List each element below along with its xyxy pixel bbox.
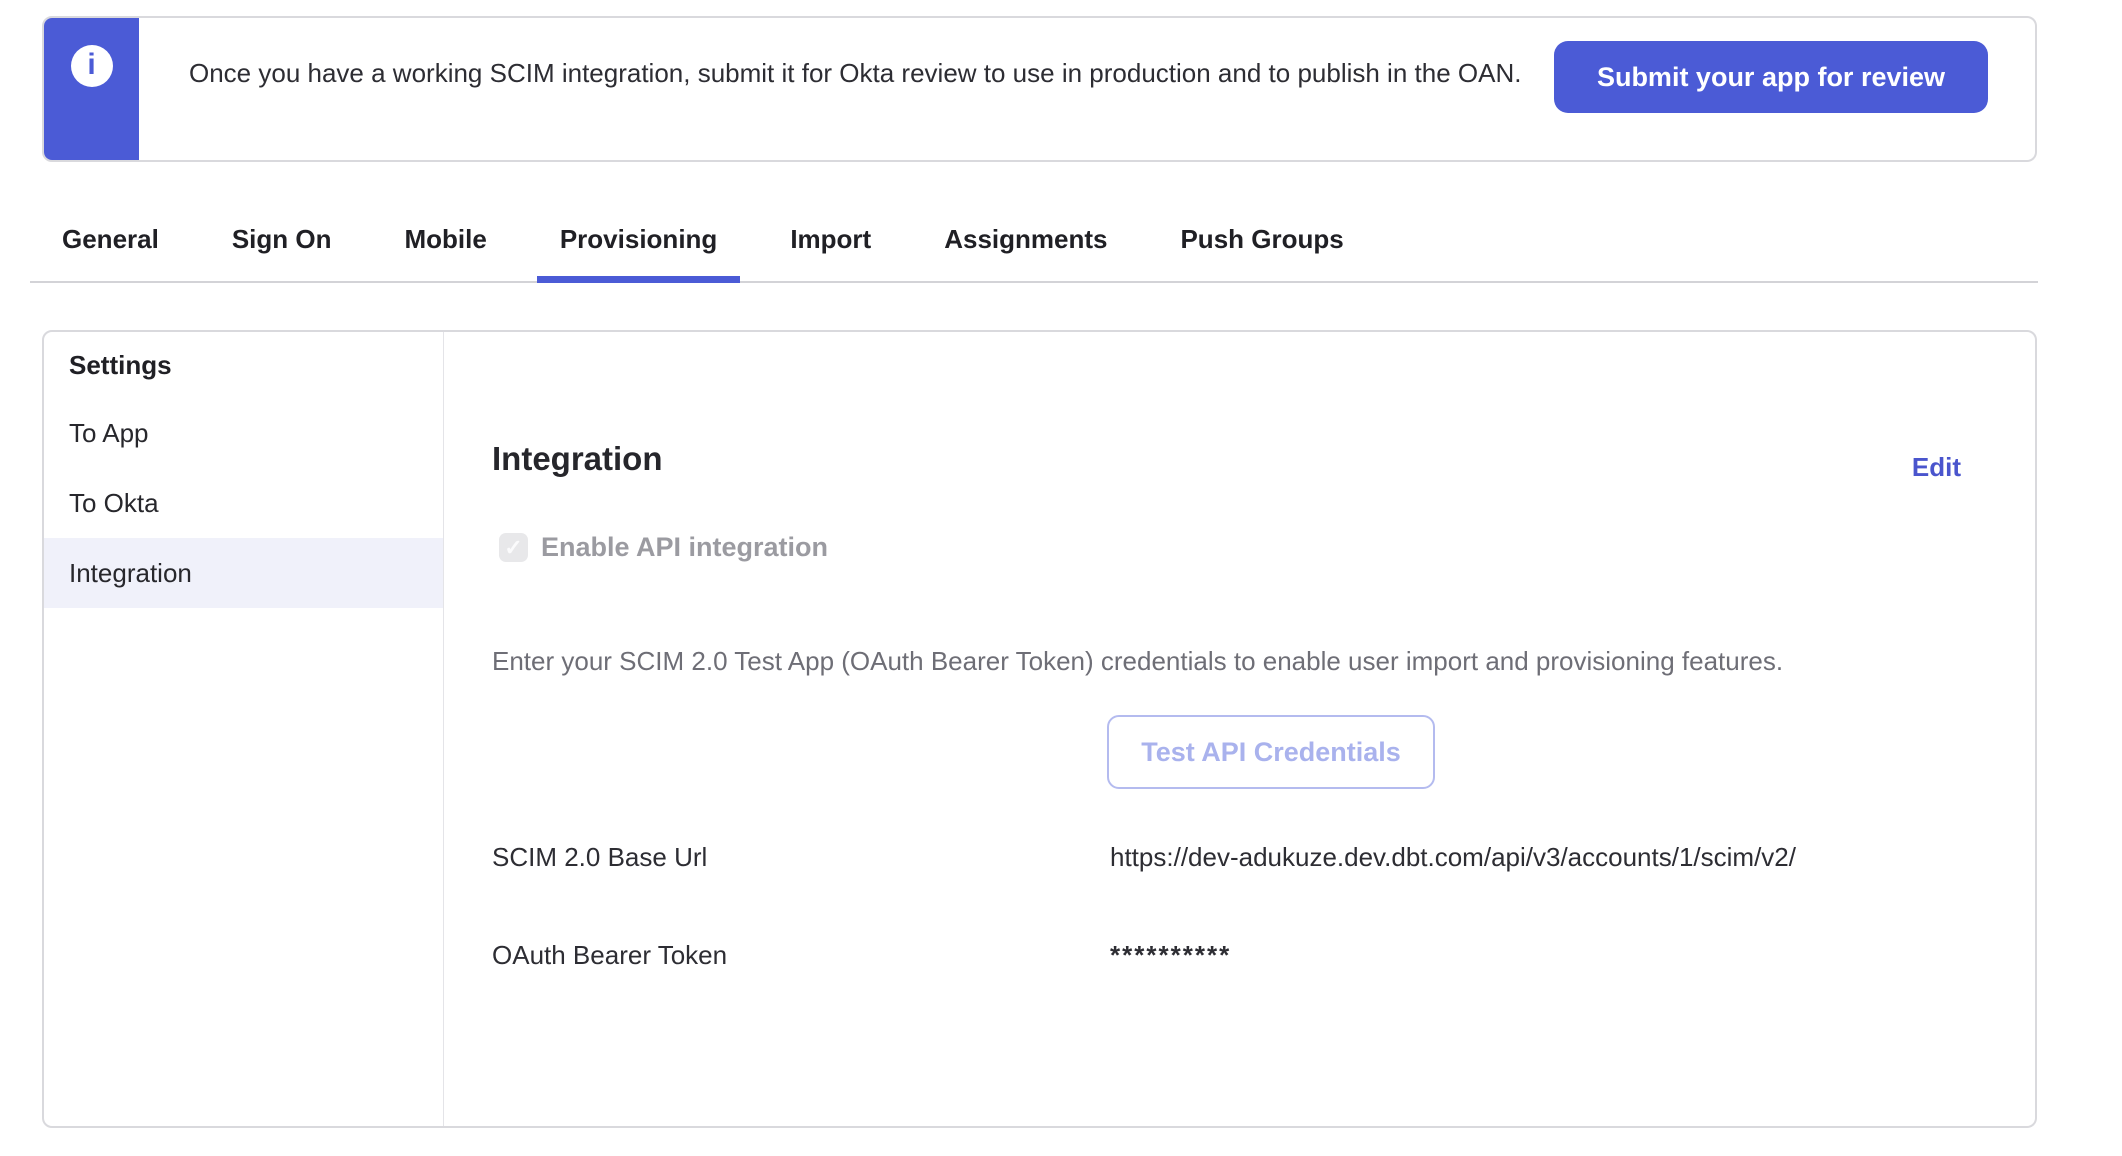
sidebar-item-to-okta[interactable]: To Okta	[44, 468, 443, 538]
tab-assignments[interactable]: Assignments	[944, 210, 1107, 281]
enable-api-checkbox-label: Enable API integration	[541, 532, 828, 563]
scim-provisioning-page: i Once you have a working SCIM integrati…	[0, 0, 2122, 1156]
section-title-integration: Integration	[492, 440, 663, 478]
oauth-bearer-token-label: OAuth Bearer Token	[492, 940, 1110, 971]
scim-base-url-label: SCIM 2.0 Base Url	[492, 842, 1110, 873]
test-api-credentials-button[interactable]: Test API Credentials	[1107, 715, 1435, 789]
integration-settings-content: Integration Edit ✓ Enable API integratio…	[444, 332, 2035, 1126]
oauth-bearer-token-value: **********	[1110, 940, 1231, 971]
tab-mobile[interactable]: Mobile	[405, 210, 487, 281]
tab-general[interactable]: General	[62, 210, 159, 281]
sidebar-item-integration[interactable]: Integration	[44, 538, 443, 608]
info-banner-accent: i	[44, 18, 139, 160]
edit-link[interactable]: Edit	[1912, 452, 1961, 483]
submit-app-for-review-button[interactable]: Submit your app for review	[1554, 41, 1988, 113]
scim-base-url-row: SCIM 2.0 Base Url https://dev-adukuze.de…	[492, 842, 1796, 873]
integration-description: Enter your SCIM 2.0 Test App (OAuth Bear…	[492, 646, 1783, 677]
checkmark-icon: ✓	[504, 535, 522, 561]
tab-provisioning[interactable]: Provisioning	[560, 210, 717, 281]
scim-base-url-value: https://dev-adukuze.dev.dbt.com/api/v3/a…	[1110, 842, 1796, 873]
tab-sign-on[interactable]: Sign On	[232, 210, 332, 281]
banner-message: Once you have a working SCIM integration…	[189, 18, 1589, 160]
tab-push-groups[interactable]: Push Groups	[1180, 210, 1343, 281]
info-banner: i Once you have a working SCIM integrati…	[42, 16, 2037, 162]
oauth-bearer-token-row: OAuth Bearer Token **********	[492, 940, 1231, 971]
sidebar-item-to-app[interactable]: To App	[44, 398, 443, 468]
sidebar-heading: Settings	[44, 332, 443, 398]
settings-sidebar: Settings To App To Okta Integration	[44, 332, 444, 1126]
info-icon: i	[71, 45, 113, 87]
tab-bar: General Sign On Mobile Provisioning Impo…	[30, 210, 2038, 283]
tab-import[interactable]: Import	[790, 210, 871, 281]
enable-api-checkbox[interactable]: ✓	[499, 533, 528, 562]
enable-api-integration-row: ✓ Enable API integration	[499, 532, 828, 563]
provisioning-panel: Settings To App To Okta Integration Inte…	[42, 330, 2037, 1128]
